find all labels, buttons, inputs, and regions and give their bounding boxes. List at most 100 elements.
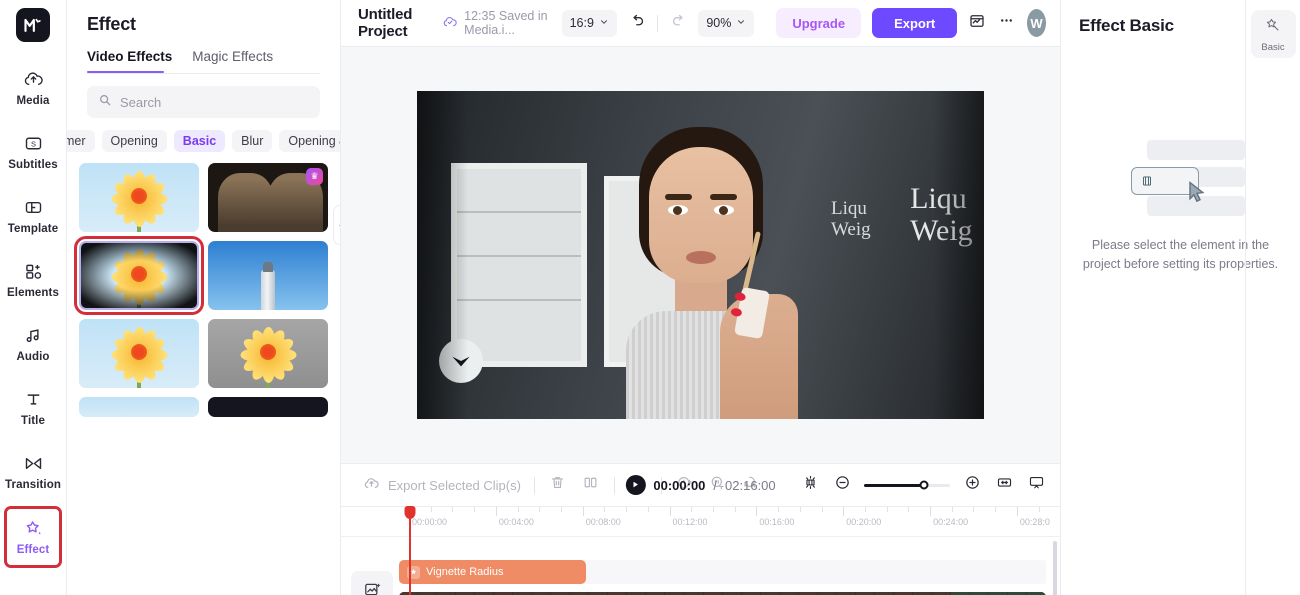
playhead-handle[interactable]: [404, 506, 416, 519]
zoom-in-button[interactable]: [962, 475, 982, 495]
sidebar-item-transition[interactable]: Transition: [1, 440, 65, 504]
redo-icon: [670, 12, 687, 34]
sidebar-item-effect[interactable]: Effect: [4, 506, 62, 568]
slider-knob[interactable]: [919, 480, 929, 490]
total-time-separator: /: [713, 477, 718, 493]
chip-mer[interactable]: mer: [67, 130, 95, 152]
avatar[interactable]: W: [1026, 9, 1046, 37]
playhead[interactable]: [404, 506, 416, 595]
effect-clip-label: Vignette Radius: [426, 566, 504, 578]
search-input[interactable]: [120, 94, 309, 110]
ruler-label: 00:00:00: [412, 517, 448, 527]
more-options-button[interactable]: [998, 10, 1016, 37]
ruler-tick-minor: [517, 507, 519, 512]
page-title[interactable]: Untitled Project: [358, 6, 431, 40]
display-icon: [1028, 474, 1045, 496]
template-icon: [23, 197, 44, 218]
properties-panel: Effect Basic Please select the element i…: [1060, 0, 1300, 595]
effect-thumb-flower-vignette[interactable]: [74, 236, 204, 315]
search-icon: [98, 93, 112, 112]
split-button[interactable]: [581, 475, 601, 495]
ruler-tick-minor: [821, 507, 823, 512]
video-track-header[interactable]: [351, 571, 393, 595]
effect-thumb-flower-bright[interactable]: [79, 319, 199, 388]
ruler-label: 00:16:00: [759, 517, 795, 527]
zoom-in-icon: [964, 474, 981, 496]
ruler-tick-minor: [886, 507, 888, 512]
effect-thumb-row3-right[interactable]: [208, 397, 328, 417]
app-logo-icon[interactable]: [16, 8, 50, 42]
delete-button[interactable]: [548, 475, 568, 495]
effect-thumb-row3-left[interactable]: [79, 397, 199, 417]
sidebar-item-elements[interactable]: Elements: [1, 248, 65, 312]
sidebar-item-audio[interactable]: Audio: [1, 312, 65, 376]
chip-opening-closing[interactable]: Opening & Closing: [279, 130, 340, 152]
effect-thumb-flower-plain[interactable]: [79, 163, 199, 232]
play-button[interactable]: [625, 475, 646, 495]
ruler-tick: [1016, 507, 1018, 516]
timeline-vertical-scrollbar[interactable]: [1053, 541, 1057, 595]
screen-record-button[interactable]: [968, 10, 986, 37]
ruler-tick: [756, 507, 758, 516]
toolbar-divider: [613, 476, 615, 494]
toolbar-divider: [533, 476, 535, 494]
title-text-icon: [23, 389, 44, 410]
undo-button[interactable]: [628, 10, 646, 37]
ruler-tick: [495, 507, 497, 516]
upgrade-button[interactable]: Upgrade: [776, 8, 862, 38]
audio-note-icon: [23, 325, 44, 346]
sidebar-item-label: Media: [16, 95, 50, 107]
transition-icon: [23, 453, 44, 474]
export-button[interactable]: Export: [872, 8, 958, 38]
cloud-check-icon: [442, 14, 458, 33]
effect-thumb-lighthouse[interactable]: [208, 241, 328, 310]
fit-timeline-button[interactable]: [994, 475, 1014, 495]
timeline-ruler[interactable]: 00:00:00 00:04:00 00:08:00 00:12:00 00:16:00…: [341, 507, 1084, 537]
aspect-ratio-select[interactable]: 16:9: [561, 9, 617, 37]
zoom-level-select[interactable]: 90%: [698, 9, 755, 37]
video-preview[interactable]: LiquWeig LiquWeig: [417, 91, 984, 419]
properties-tab-rail: Basic: [1245, 0, 1300, 595]
zoom-level-value: 90%: [706, 16, 732, 30]
sidebar-item-title[interactable]: Title: [1, 376, 65, 440]
tabs-divider: [87, 73, 320, 74]
ruler-tick-minor: [778, 507, 780, 512]
category-chips: mer Opening Basic Blur Opening & Closing: [67, 118, 340, 152]
redo-button[interactable]: [669, 10, 687, 37]
ruler-tick: [582, 507, 584, 516]
display-button[interactable]: [1026, 475, 1046, 495]
sidebar-item-media[interactable]: Media: [1, 56, 65, 120]
sidebar-item-subtitles[interactable]: S Subtitles: [1, 120, 65, 184]
snap-magnet-button[interactable]: [800, 475, 820, 495]
chip-opening[interactable]: Opening: [101, 130, 167, 152]
tab-magic-effects[interactable]: Magic Effects: [192, 49, 273, 73]
effect-thumb-flower-gray[interactable]: [208, 319, 328, 388]
sidebar-item-label: Elements: [7, 287, 59, 299]
svg-text:S: S: [31, 139, 36, 148]
effect-thumb-portrait-duo[interactable]: ♛: [208, 163, 328, 232]
tab-video-effects[interactable]: Video Effects: [87, 49, 172, 73]
flower-art: [208, 319, 328, 388]
effect-clip[interactable]: Vignette Radius: [399, 560, 586, 584]
ruler-tick-minor: [734, 507, 736, 512]
zoom-out-button[interactable]: [832, 475, 852, 495]
chip-basic[interactable]: Basic: [173, 130, 226, 152]
panel-title: Effect: [87, 14, 136, 34]
sidebar-item-label: Transition: [5, 479, 61, 491]
search-box[interactable]: [87, 86, 320, 118]
center-column: Untitled Project 12:35 Saved in Media.i.…: [341, 0, 1084, 595]
ruler-tick-minor: [908, 507, 910, 512]
sidebar-item-template[interactable]: Template: [1, 184, 65, 248]
chip-blur[interactable]: Blur: [232, 130, 273, 152]
panel-tabs: Video Effects Magic Effects: [67, 35, 340, 73]
aspect-ratio-value: 16:9: [569, 16, 594, 30]
ruler-tick-minor: [691, 507, 693, 512]
tab-basic[interactable]: Basic: [1250, 10, 1296, 58]
export-selected-clips-button[interactable]: Export Selected Clip(s): [363, 475, 521, 495]
undo-icon: [629, 12, 646, 34]
ruler-label: 00:24:00: [933, 517, 969, 527]
panel-collapse-handle[interactable]: ‹: [333, 205, 340, 245]
ruler-tick-minor: [995, 507, 997, 512]
timeline-zoom-slider[interactable]: [864, 480, 950, 490]
slider-fill: [864, 483, 925, 487]
